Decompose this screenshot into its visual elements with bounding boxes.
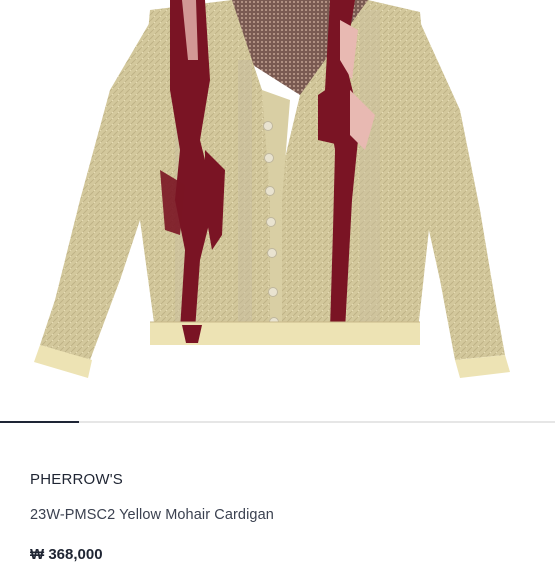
cardigan-illustration	[34, 0, 510, 378]
product-image[interactable]	[0, 0, 555, 422]
image-pagination-indicator	[0, 421, 80, 423]
brand-name[interactable]: PHERROW'S	[30, 471, 123, 488]
product-title: 23W-PMSC2 Yellow Mohair Cardigan	[30, 507, 274, 523]
image-pagination-track	[0, 421, 555, 423]
